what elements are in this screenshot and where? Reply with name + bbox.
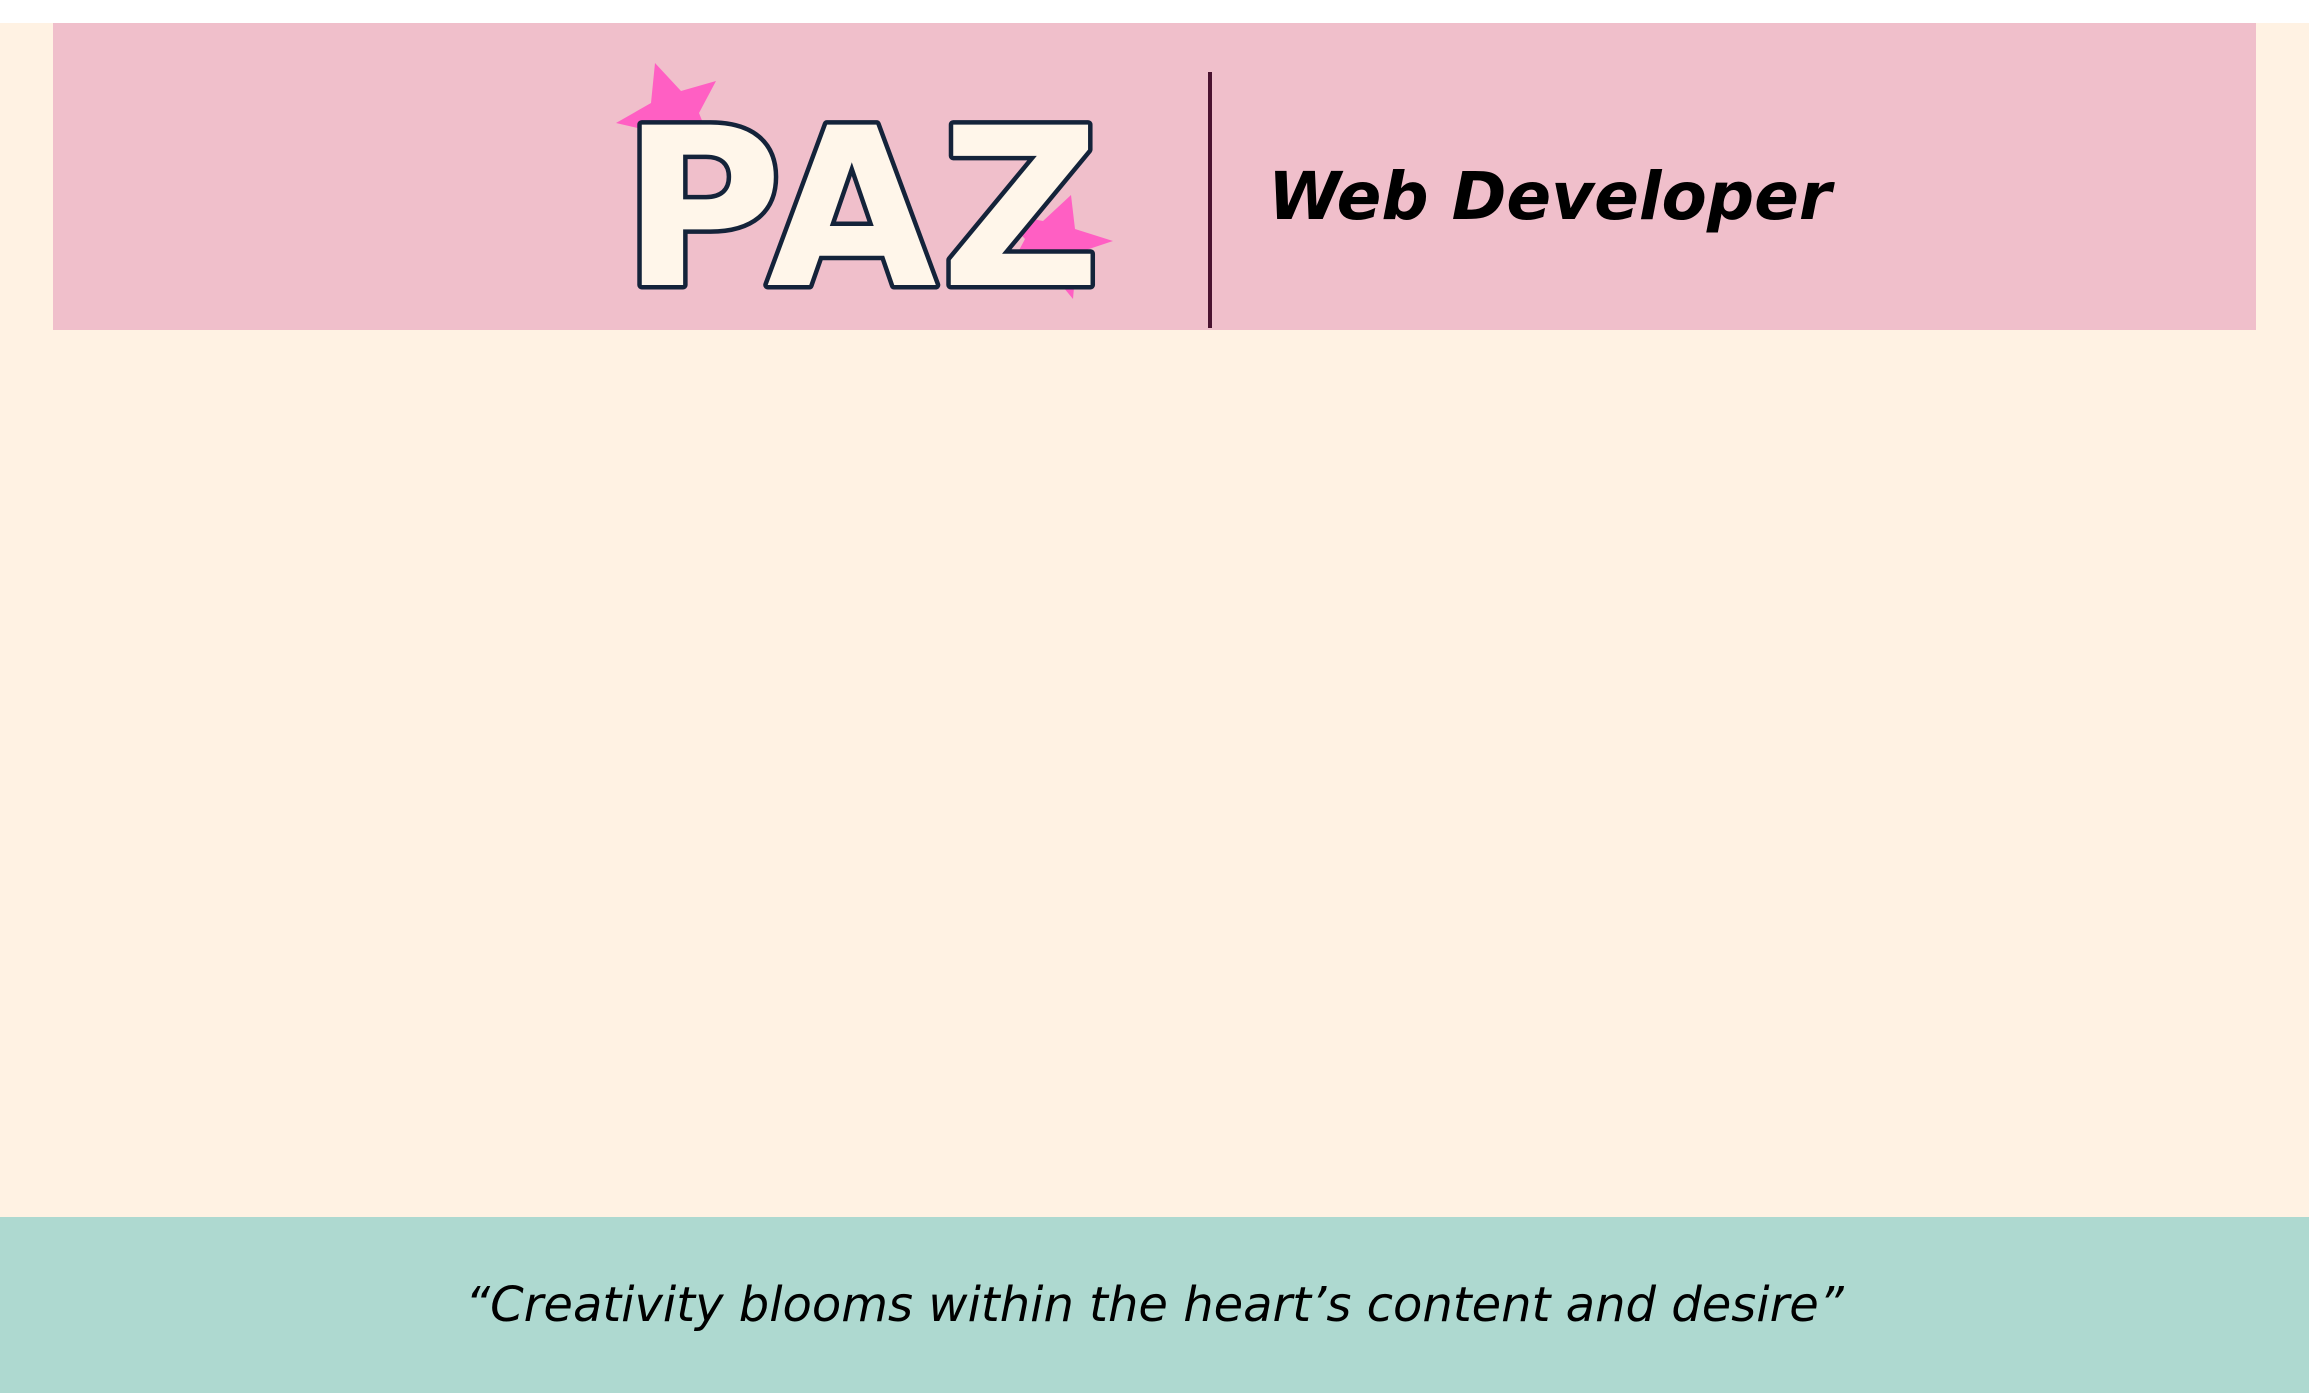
top-strip — [0, 0, 2309, 23]
paz-logo[interactable]: PAZ — [613, 53, 1133, 323]
site-header: PAZ Web Developer — [53, 23, 2256, 330]
role-title: Web Developer — [1268, 158, 1832, 235]
main-content — [0, 330, 2309, 1217]
site-footer: “Creativity blooms within the heart’s co… — [0, 1217, 2309, 1393]
header-divider — [1208, 72, 1212, 328]
logo-text: PAZ — [622, 81, 1105, 323]
page: PAZ Web Developer “Creativity blooms wit… — [0, 0, 2309, 1393]
footer-quote: “Creativity blooms within the heart’s co… — [465, 1277, 1844, 1333]
